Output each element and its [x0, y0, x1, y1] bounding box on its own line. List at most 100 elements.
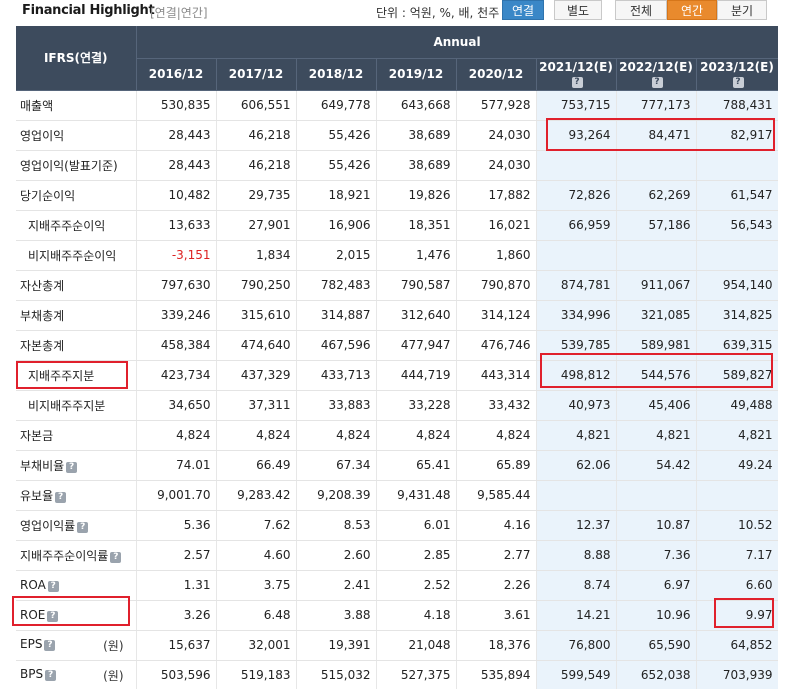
value-cell [696, 150, 778, 181]
question-icon[interactable]: ? [110, 551, 122, 563]
value-cell: 9,283.42 [216, 480, 297, 511]
value-cell: 61,547 [696, 180, 778, 211]
question-icon[interactable]: ? [47, 611, 59, 622]
value-cell: 6.97 [616, 570, 697, 601]
row-label-cell: EPS? (원) [16, 630, 137, 661]
financial-highlight-table: IFRS(연결) Annual 2016/12 2017/12 2018/12 201… [16, 26, 778, 689]
value-cell: 49.24 [696, 450, 778, 481]
value-cell: 8.53 [296, 510, 377, 541]
row-label: 매출액 [20, 98, 54, 113]
value-cell [536, 480, 617, 511]
value-cell: 4.60 [216, 540, 297, 571]
value-cell: 46,218 [216, 150, 297, 181]
quarterly-button[interactable]: 분기 [717, 0, 767, 20]
question-icon[interactable]: ? [571, 77, 583, 88]
row-label: 지배주주순이익률 [20, 548, 109, 563]
value-cell [616, 240, 697, 271]
value-cell: 57,186 [616, 210, 697, 241]
value-cell: 458,384 [136, 330, 217, 361]
corner-header: IFRS(연결) [16, 26, 137, 91]
value-cell: 65.89 [456, 450, 537, 481]
value-cell: 503,596 [136, 660, 217, 689]
value-cell: 14.21 [536, 600, 617, 631]
value-cell: 72,826 [536, 180, 617, 211]
value-cell: 314,825 [696, 300, 778, 331]
value-cell: 8.74 [536, 570, 617, 601]
value-cell: 55,426 [296, 120, 377, 151]
value-cell: 474,640 [216, 330, 297, 361]
column-header-label: 2018/12 [308, 67, 364, 81]
value-cell: 15,637 [136, 630, 217, 661]
value-cell: 3.61 [456, 600, 537, 631]
value-cell: 643,668 [376, 90, 457, 121]
value-cell: 9.97 [696, 600, 778, 631]
value-cell: 3.75 [216, 570, 297, 601]
value-cell: -3,151 [136, 240, 217, 271]
question-icon[interactable]: ? [732, 77, 744, 88]
value-cell: 9,585.44 [456, 480, 537, 511]
question-icon[interactable]: ? [77, 521, 89, 533]
value-cell: 515,032 [296, 660, 377, 689]
question-icon[interactable]: ? [44, 639, 56, 651]
column-header: 2019/12 [376, 58, 457, 91]
value-cell: 67.34 [296, 450, 377, 481]
value-cell: 339,246 [136, 300, 217, 331]
financial-highlight-table-wrap: IFRS(연결) Annual 2016/12 2017/12 2018/12 201… [16, 26, 778, 689]
value-cell: 29,735 [216, 180, 297, 211]
value-cell: 65,590 [616, 630, 697, 661]
value-cell: 7.17 [696, 540, 778, 571]
question-icon[interactable]: ? [55, 491, 67, 503]
row-label: ROE [20, 608, 46, 622]
value-cell [536, 240, 617, 271]
value-cell: 18,351 [376, 210, 457, 241]
value-cell: 577,928 [456, 90, 537, 121]
column-header: 2016/12 [136, 58, 217, 91]
value-cell: 589,827 [696, 360, 778, 391]
row-label-cell: BPS? (원) [16, 660, 137, 689]
all-period-button[interactable]: 전체 [615, 0, 667, 20]
value-cell: 3.26 [136, 600, 217, 631]
value-cell: 64,852 [696, 630, 778, 661]
question-icon[interactable]: ? [47, 581, 59, 592]
value-cell: 56,543 [696, 210, 778, 241]
row-label-cell: 영업이익 [16, 120, 137, 151]
value-cell: 33,883 [296, 390, 377, 421]
question-icon[interactable]: ? [66, 461, 78, 473]
value-cell: 2.52 [376, 570, 457, 601]
table-row: 자본금 4,824 4,824 4,824 4,824 4,824 4,821 4,821 4,… [16, 420, 778, 451]
value-cell: 797,630 [136, 270, 217, 301]
question-icon[interactable]: ? [651, 77, 663, 88]
value-cell: 4,824 [296, 420, 377, 451]
value-cell: 45,406 [616, 390, 697, 421]
question-icon[interactable]: ? [45, 669, 57, 681]
value-cell: 1.31 [136, 570, 217, 601]
value-cell: 314,124 [456, 300, 537, 331]
row-label-cell: 비지배주주지분 [16, 390, 137, 421]
value-cell: 4,824 [136, 420, 217, 451]
value-cell: 2.77 [456, 540, 537, 571]
value-cell: 10,482 [136, 180, 217, 211]
column-header: 2017/12 [216, 58, 297, 91]
value-cell: 32,001 [216, 630, 297, 661]
value-cell: 1,476 [376, 240, 457, 271]
row-label-cell: 부채비율? [16, 450, 137, 481]
separate-button[interactable]: 별도 [554, 0, 602, 20]
value-cell: 954,140 [696, 270, 778, 301]
value-cell: 93,264 [536, 120, 617, 151]
column-header: 2020/12 [456, 58, 537, 91]
value-cell: 315,610 [216, 300, 297, 331]
row-label-cell: 자본총계 [16, 330, 137, 361]
consolidated-button[interactable]: 연결 [502, 0, 544, 20]
table-row: 부채총계 339,246 315,610 314,887 312,640 314,124 3… [16, 300, 778, 331]
value-cell: 9,431.48 [376, 480, 457, 511]
row-unit: (원) [103, 638, 124, 653]
value-cell: 423,734 [136, 360, 217, 391]
value-cell: 599,549 [536, 660, 617, 689]
annual-button[interactable]: 연간 [667, 0, 717, 20]
row-label: 영업이익(발표기준) [20, 158, 118, 173]
value-cell: 10.87 [616, 510, 697, 541]
value-cell: 4,821 [616, 420, 697, 451]
value-cell: 33,228 [376, 390, 457, 421]
row-label-cell: ROE? [16, 600, 137, 631]
value-cell: 539,785 [536, 330, 617, 361]
